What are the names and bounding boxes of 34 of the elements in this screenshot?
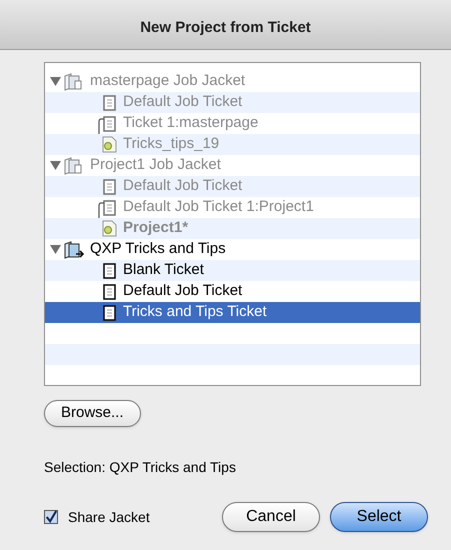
folder-icon xyxy=(63,240,85,260)
checkbox-label: Share Jacket xyxy=(68,508,150,526)
ticket-label: Default Job Ticket 1:Project1 xyxy=(123,197,314,218)
selection-label: Selection: QXP Tricks and Tips xyxy=(44,458,237,477)
ticket-label: Tricks_tips_19 xyxy=(123,134,220,154)
select-button[interactable]: Select xyxy=(330,502,428,532)
jacket-label: Project1 Job Jacket xyxy=(90,155,221,176)
jacket-label: masterpage Job Jacket xyxy=(90,71,246,92)
ticket-icon xyxy=(102,284,116,300)
ticket-icon xyxy=(102,200,116,216)
ticket-label: Ticket 1:masterpage xyxy=(123,113,258,134)
ticket-label: Project1* xyxy=(123,218,188,238)
window-title: New Project from Ticket xyxy=(140,18,311,38)
ticket-label: Default Job Ticket xyxy=(123,281,242,302)
document-icon xyxy=(101,220,117,237)
ticket-icon xyxy=(102,304,116,320)
ticket-label: Default Job Ticket xyxy=(123,92,242,112)
link-bracket-icon xyxy=(98,202,104,218)
tree-row[interactable]: Tricks and Tips Ticket xyxy=(45,302,420,323)
ticket-icon xyxy=(102,262,116,278)
disclosure-triangle-icon[interactable] xyxy=(50,244,61,255)
ticket-label: Blank Ticket xyxy=(123,260,204,280)
link-bracket-icon xyxy=(98,118,104,134)
tree-row[interactable]: Blank Ticket xyxy=(45,260,420,281)
cancel-button[interactable]: Cancel xyxy=(222,502,320,532)
share-jacket-checkbox[interactable] xyxy=(44,510,58,524)
browse-button[interactable]: Browse... xyxy=(44,400,141,427)
document-icon xyxy=(101,136,117,153)
ticket-label: Default Job Ticket xyxy=(123,176,242,196)
ticket-icon xyxy=(102,116,116,132)
ticket-label: Tricks and Tips Ticket xyxy=(123,302,267,322)
ticket-icon xyxy=(102,178,116,194)
ticket-icon xyxy=(102,94,116,110)
jacket-label: QXP Tricks and Tips xyxy=(90,239,226,260)
